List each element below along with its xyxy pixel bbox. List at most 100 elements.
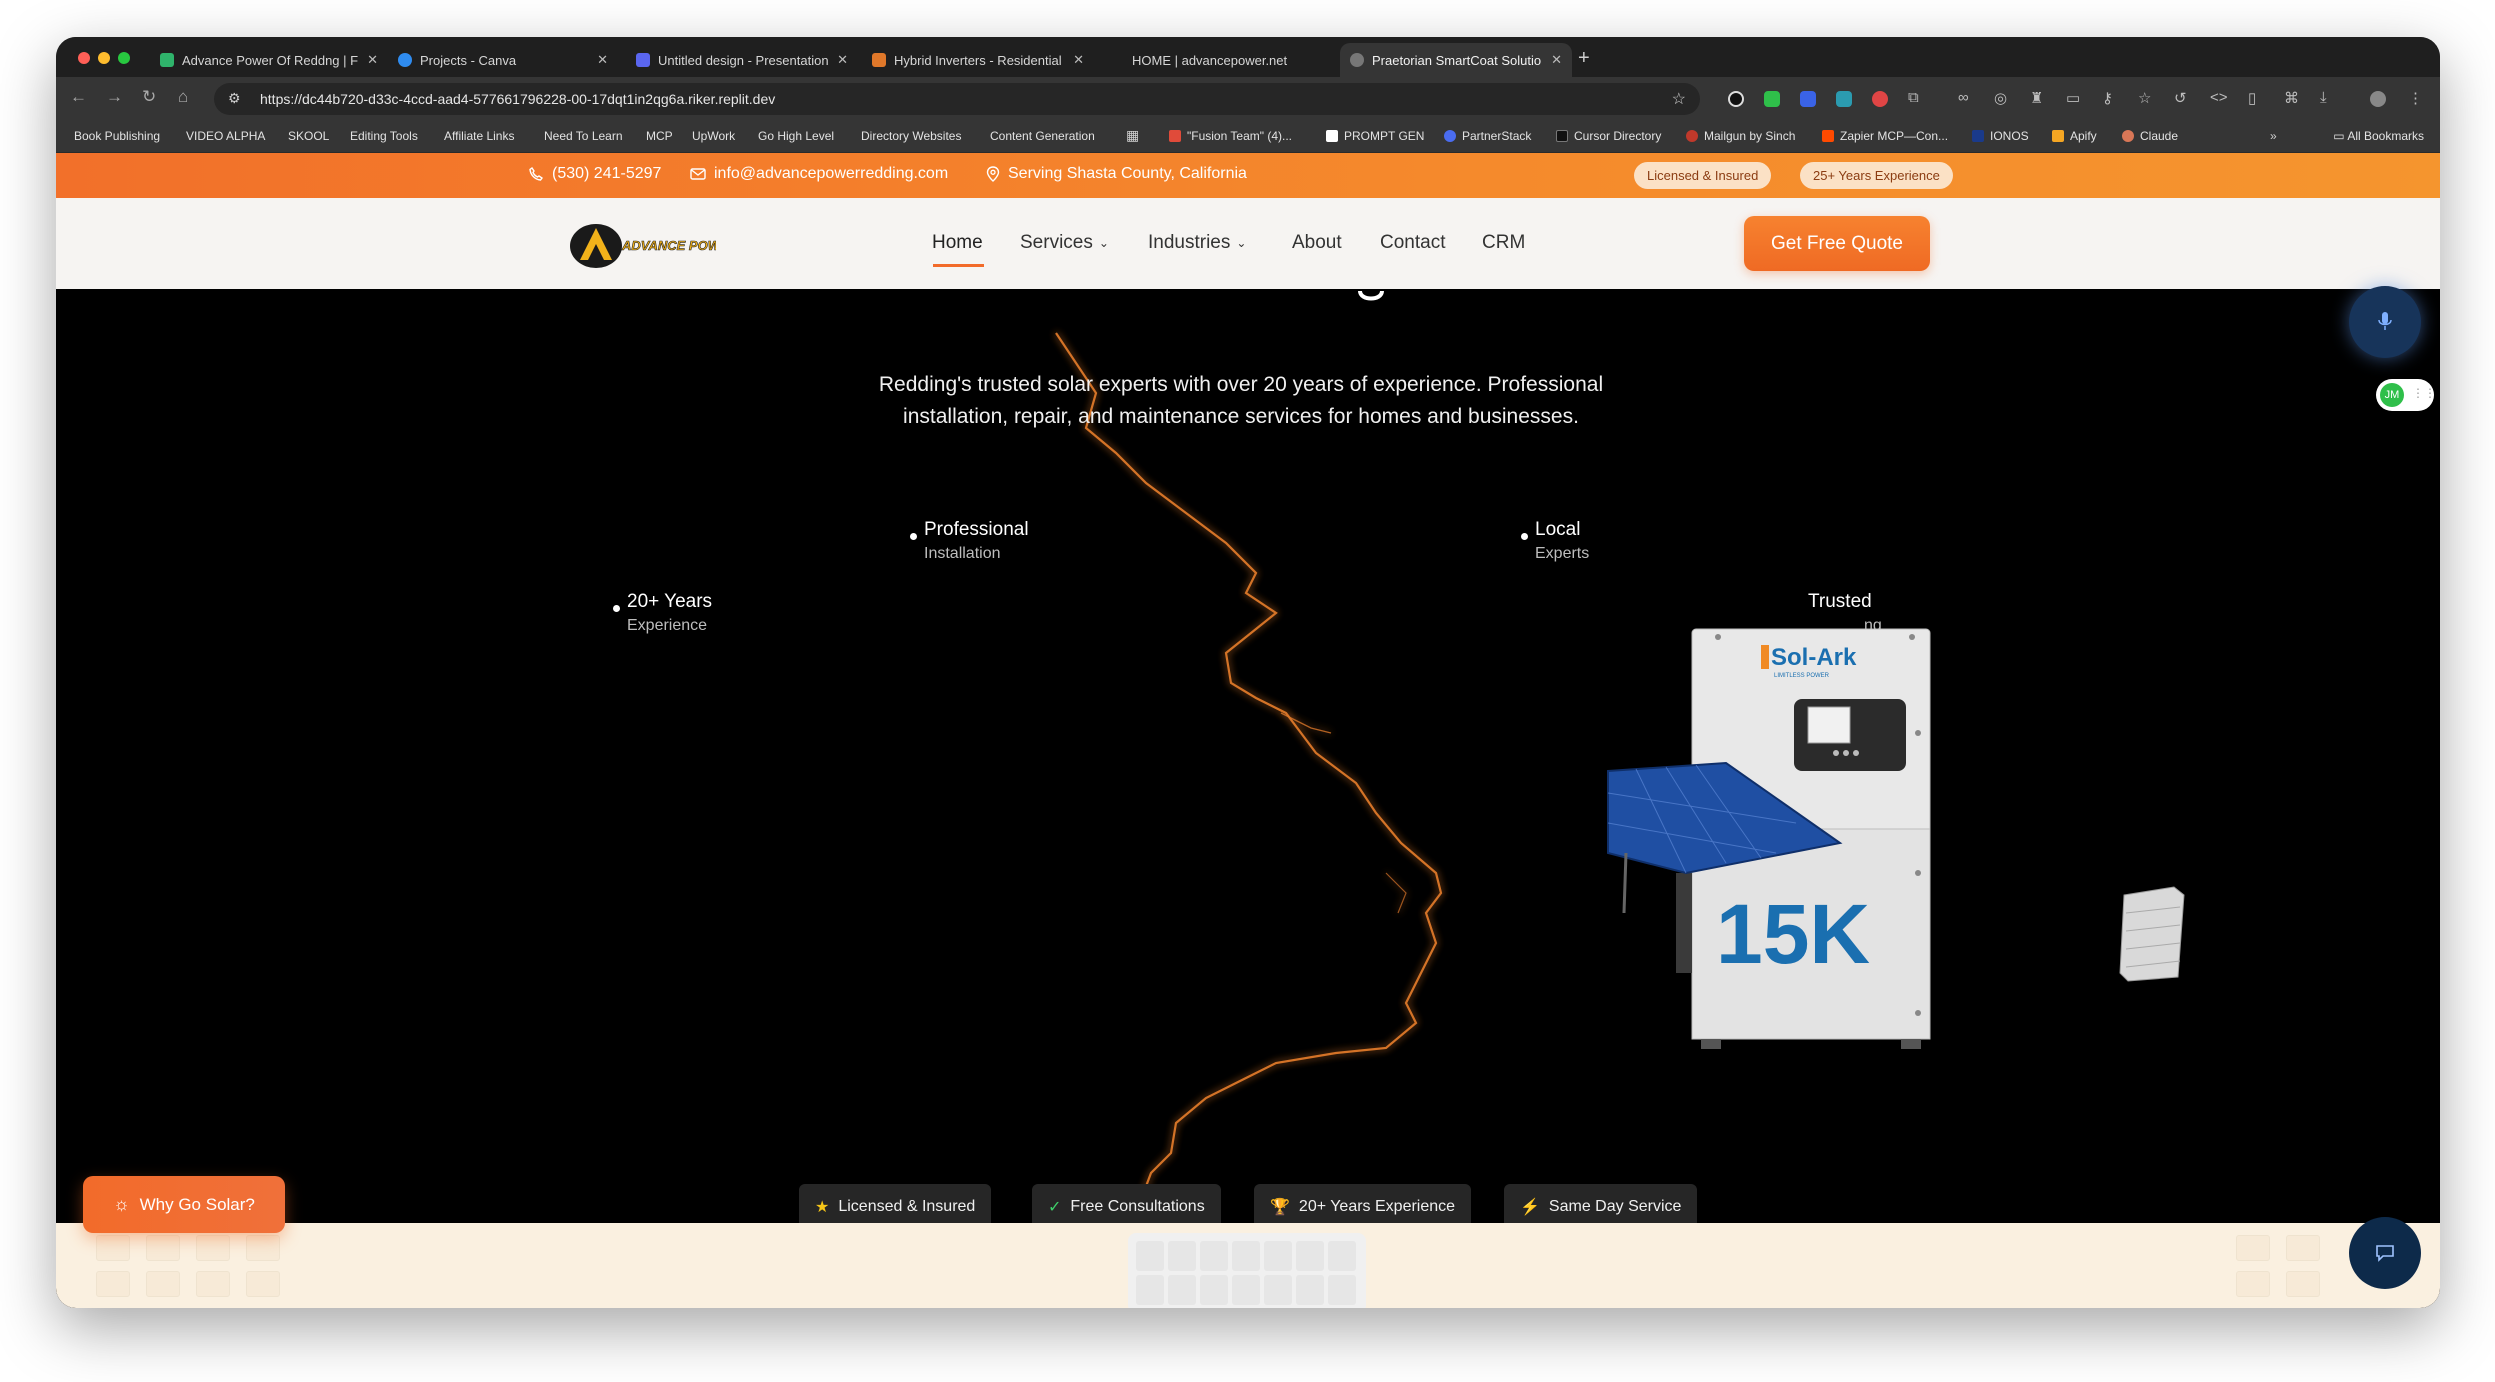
extension-icon[interactable] — [1836, 91, 1852, 107]
zoom-window-button[interactable] — [118, 52, 130, 64]
background-tile — [196, 1235, 230, 1261]
minimize-window-button[interactable] — [98, 52, 110, 64]
nav-contact[interactable]: Contact — [1380, 232, 1445, 254]
nav-industries[interactable]: Industries ⌄ — [1148, 232, 1246, 254]
extension-icon[interactable] — [1728, 91, 1744, 107]
chat-widget-button[interactable] — [2349, 1217, 2421, 1289]
browser-tab[interactable]: Advance Power Of Reddng | F ✕ — [150, 43, 388, 77]
bookmark-folder[interactable]: SKOOL — [288, 129, 329, 143]
contact-topbar: (530) 241-5297 info@advancepowerredding.… — [56, 153, 2440, 198]
bolt-icon: ⚡ — [1520, 1199, 1540, 1216]
close-tab-icon[interactable]: ✕ — [1073, 52, 1084, 68]
site-info-icon[interactable]: ⚙ — [228, 90, 241, 107]
background-tile — [2286, 1271, 2320, 1297]
reading-mode-icon[interactable]: ▭ — [2066, 89, 2080, 107]
email-link[interactable]: info@advancepowerredding.com — [690, 165, 948, 183]
bookmark-link[interactable]: Apify — [2052, 129, 2097, 143]
clipped-heading-glyph — [1358, 290, 1384, 301]
trash-icon[interactable]: ▯ — [2248, 89, 2256, 107]
bookmark-link[interactable]: Cursor Directory — [1556, 129, 1661, 143]
all-bookmarks-folder[interactable]: ▭ All Bookmarks — [2333, 129, 2424, 143]
download-icon[interactable]: ⤓ — [2320, 89, 2327, 106]
trophy-icon: 🏆 — [1270, 1199, 1290, 1216]
bookmark-link[interactable]: PartnerStack — [1444, 129, 1531, 143]
bookmark-link[interactable]: Mailgun by Sinch — [1686, 129, 1795, 143]
get-free-quote-button[interactable]: Get Free Quote — [1744, 216, 1930, 271]
menu-kebab-icon[interactable]: ⋮ — [2408, 89, 2423, 107]
claude-icon — [2122, 130, 2134, 142]
browser-tab[interactable]: Hybrid Inverters - Residential ✕ — [862, 43, 1094, 77]
why-go-solar-button[interactable]: ☼ Why Go Solar? — [83, 1176, 285, 1233]
background-tile — [96, 1235, 130, 1261]
close-tab-icon[interactable]: ✕ — [1551, 52, 1562, 68]
background-tile — [196, 1271, 230, 1297]
translate-icon[interactable]: ⌘ — [2284, 89, 2299, 107]
nav-services[interactable]: Services ⌄ — [1020, 232, 1109, 254]
code-icon[interactable]: <> — [2210, 89, 2228, 106]
browser-tab[interactable]: Untitled design - Presentation ✕ — [626, 43, 858, 77]
voice-assistant-button[interactable] — [2349, 286, 2421, 358]
bullet-dot — [613, 605, 620, 612]
nav-about[interactable]: About — [1292, 232, 1342, 254]
extension-icon[interactable] — [1872, 91, 1888, 107]
battery-module-image — [2119, 886, 2185, 982]
new-tab-button[interactable]: + — [1578, 47, 1590, 70]
extension-icon[interactable] — [1764, 91, 1780, 107]
reload-icon[interactable]: ↻ — [142, 87, 156, 107]
browser-window: Advance Power Of Reddng | F ✕ Projects -… — [56, 37, 2440, 1308]
home-icon[interactable]: ⌂ — [178, 87, 188, 107]
bookmark-folder[interactable]: VIDEO ALPHA — [186, 129, 265, 143]
bookmark-link[interactable]: PROMPT GEN — [1326, 129, 1424, 143]
close-window-button[interactable] — [78, 52, 90, 64]
url-text[interactable]: https://dc44b720-d33c-4ccd-aad4-57766179… — [260, 91, 775, 107]
bookmark-link[interactable]: IONOS — [1972, 129, 2029, 143]
bookmark-folder[interactable]: Book Publishing — [74, 129, 160, 143]
drag-handle-icon[interactable]: ⋮⋮ — [2412, 386, 2436, 400]
bookmark-link[interactable]: Claude — [2122, 129, 2178, 143]
bookmarks-overflow-icon[interactable]: » — [2270, 129, 2277, 143]
bookmark-folder[interactable]: MCP — [646, 129, 673, 143]
bookmark-folder[interactable]: Content Generation — [990, 129, 1095, 143]
bookmark-folder[interactable]: Editing Tools — [350, 129, 418, 143]
close-tab-icon[interactable]: ✕ — [367, 52, 378, 68]
background-tile — [146, 1235, 180, 1261]
apps-grid-icon[interactable]: ▦ — [1126, 127, 1139, 144]
phone-icon — [529, 166, 544, 181]
bookmark-star-icon[interactable]: ☆ — [1672, 89, 1686, 109]
phone-link[interactable]: (530) 241-5297 — [528, 165, 661, 183]
star-outline-icon[interactable]: ☆ — [2138, 89, 2151, 107]
extension-icon[interactable]: ◎ — [1994, 89, 2007, 107]
bookmark-folder[interactable]: Need To Learn — [544, 129, 623, 143]
bookmark-folder[interactable]: Directory Websites — [861, 129, 961, 143]
bookmark-folder[interactable]: UpWork — [692, 129, 735, 143]
browser-toolbar: ← → ↻ ⌂ ⚙ https://dc44b720-d33c-4ccd-aad… — [56, 77, 2440, 121]
location-text: Serving Shasta County, California — [986, 165, 1247, 183]
extensions-puzzle-icon[interactable]: ⧉ — [1908, 89, 1919, 106]
chevron-down-icon: ⌄ — [1236, 236, 1247, 250]
company-logo[interactable]: ADVANCE POWER REDDING — [566, 220, 716, 270]
back-icon[interactable]: ← — [70, 87, 87, 107]
bookmark-folder[interactable]: Affiliate Links — [444, 129, 514, 143]
jm-extension-widget[interactable]: JM ⋮⋮ — [2376, 379, 2436, 411]
key-icon[interactable]: ⚷ — [2102, 89, 2113, 107]
licensed-badge: Licensed & Insured — [1634, 162, 1772, 189]
extension-icon[interactable] — [1800, 91, 1816, 107]
hero-subtitle: Redding's trusted solar experts with ove… — [878, 373, 1604, 428]
nav-crm[interactable]: CRM — [1482, 232, 1525, 254]
bookmark-link[interactable]: Zapier MCP—Con... — [1822, 129, 1948, 143]
bookmark-link[interactable]: "Fusion Team" (4)... — [1169, 129, 1292, 143]
profile-avatar[interactable] — [2370, 91, 2386, 107]
close-tab-icon[interactable]: ✕ — [597, 52, 608, 68]
blank-favicon-icon — [1110, 53, 1124, 67]
browser-tab-active[interactable]: Praetorian SmartCoat Solutio ✕ — [1340, 43, 1572, 77]
history-icon[interactable]: ↺ — [2174, 89, 2187, 107]
extension-icon[interactable]: ♜ — [2030, 89, 2043, 107]
link-icon[interactable]: ∞ — [1958, 89, 1969, 106]
close-tab-icon[interactable]: ✕ — [837, 52, 848, 68]
address-bar[interactable]: ⚙ https://dc44b720-d33c-4ccd-aad4-577661… — [214, 83, 1700, 115]
bookmark-folder[interactable]: Go High Level — [758, 129, 834, 143]
bookmarks-bar: Book Publishing VIDEO ALPHA SKOOL Editin… — [56, 121, 2440, 153]
forward-icon[interactable]: → — [106, 87, 123, 107]
browser-tab[interactable]: Projects - Canva ✕ — [388, 43, 618, 77]
nav-home[interactable]: Home — [932, 232, 983, 254]
